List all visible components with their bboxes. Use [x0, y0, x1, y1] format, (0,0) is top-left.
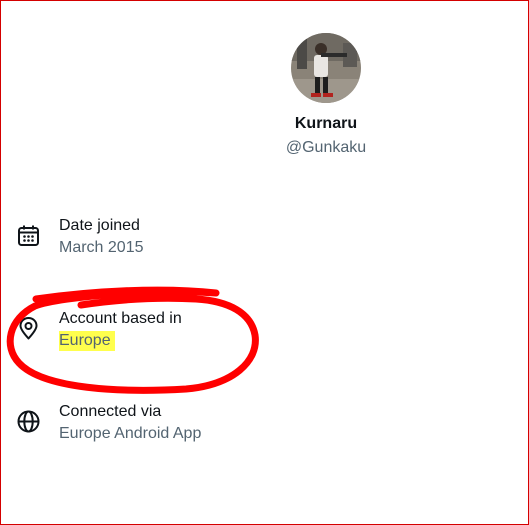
profile-about-card: Kurnaru @Gunkaku Date joined March 2015: [0, 0, 529, 525]
location-pin-icon: [16, 316, 42, 342]
connected-via-value: Europe Android App: [59, 425, 202, 442]
account-based-in-value: Europe: [59, 331, 115, 351]
avatar-photo: [291, 33, 361, 103]
detail-row-account-based-in: Account based in Europe: [16, 309, 336, 355]
globe-icon: [16, 409, 42, 435]
detail-row-date-joined: Date joined March 2015: [16, 216, 336, 262]
avatar[interactable]: [291, 33, 361, 103]
account-based-in-label: Account based in: [59, 310, 182, 327]
date-joined-value: March 2015: [59, 239, 144, 256]
date-joined-label: Date joined: [59, 217, 140, 234]
calendar-icon: [16, 223, 42, 249]
display-name[interactable]: Kurnaru: [226, 114, 426, 134]
connected-via-label: Connected via: [59, 403, 162, 420]
detail-row-connected-via: Connected via Europe Android App: [16, 402, 336, 448]
username-handle[interactable]: @Gunkaku: [226, 138, 426, 158]
